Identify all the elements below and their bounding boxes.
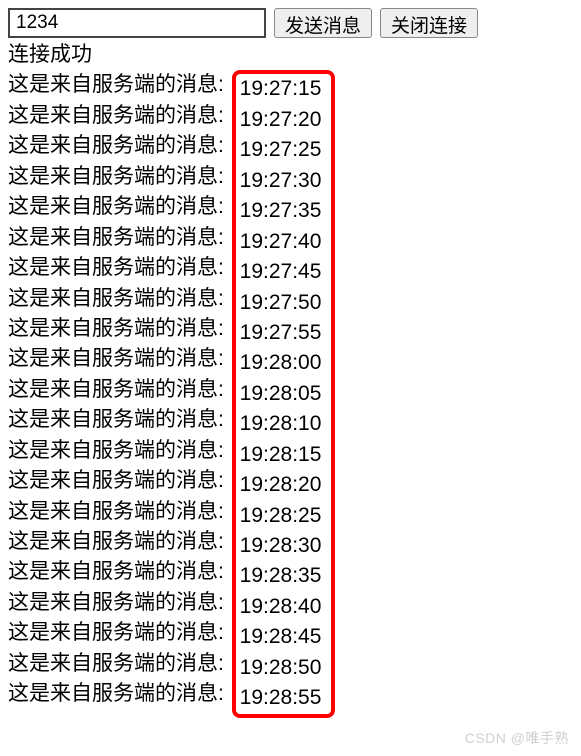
message-time: 19:28:55 bbox=[240, 683, 322, 713]
message-input[interactable] bbox=[8, 8, 266, 38]
message-time-column: 19:27:1519:27:2019:27:2519:27:3019:27:35… bbox=[240, 74, 322, 713]
message-time: 19:28:50 bbox=[240, 653, 322, 683]
message-time: 19:27:30 bbox=[240, 166, 322, 196]
message-prefix: 这是来自服务端的消息: bbox=[8, 436, 230, 466]
message-prefix: 这是来自服务端的消息: bbox=[8, 375, 230, 405]
toolbar: 发送消息 关闭连接 bbox=[8, 8, 573, 38]
message-time: 19:28:05 bbox=[240, 379, 322, 409]
message-prefix: 这是来自服务端的消息: bbox=[8, 466, 230, 496]
message-prefix: 这是来自服务端的消息: bbox=[8, 405, 230, 435]
message-time: 19:28:40 bbox=[240, 592, 322, 622]
close-connection-button[interactable]: 关闭连接 bbox=[380, 8, 478, 38]
message-prefix: 这是来自服务端的消息: bbox=[8, 70, 230, 100]
message-time: 19:27:20 bbox=[240, 105, 322, 135]
message-time: 19:27:45 bbox=[240, 257, 322, 287]
message-time: 19:28:00 bbox=[240, 348, 322, 378]
message-time: 19:28:25 bbox=[240, 501, 322, 531]
connection-status: 连接成功 bbox=[8, 40, 573, 70]
message-prefix: 这是来自服务端的消息: bbox=[8, 253, 230, 283]
message-list: 这是来自服务端的消息: 这是来自服务端的消息: 这是来自服务端的消息: 这是来自… bbox=[8, 70, 573, 717]
message-time: 19:27:25 bbox=[240, 135, 322, 165]
message-prefix: 这是来自服务端的消息: bbox=[8, 131, 230, 161]
message-prefix: 这是来自服务端的消息: bbox=[8, 618, 230, 648]
message-time: 19:28:15 bbox=[240, 440, 322, 470]
message-time: 19:28:30 bbox=[240, 531, 322, 561]
message-time: 19:27:35 bbox=[240, 196, 322, 226]
message-prefix: 这是来自服务端的消息: bbox=[8, 557, 230, 587]
log-area: 连接成功 这是来自服务端的消息: 这是来自服务端的消息: 这是来自服务端的消息:… bbox=[8, 40, 573, 718]
message-time: 19:27:50 bbox=[240, 288, 322, 318]
message-prefix: 这是来自服务端的消息: bbox=[8, 497, 230, 527]
message-prefix: 这是来自服务端的消息: bbox=[8, 162, 230, 192]
message-time: 19:28:45 bbox=[240, 622, 322, 652]
watermark: CSDN @唯手熟 bbox=[465, 728, 569, 748]
message-prefix: 这是来自服务端的消息: bbox=[8, 314, 230, 344]
message-prefix: 这是来自服务端的消息: bbox=[8, 649, 230, 679]
message-prefix: 这是来自服务端的消息: bbox=[8, 223, 230, 253]
message-prefix: 这是来自服务端的消息: bbox=[8, 101, 230, 131]
message-time: 19:27:55 bbox=[240, 318, 322, 348]
message-time: 19:27:40 bbox=[240, 227, 322, 257]
time-highlight-box: 19:27:1519:27:2019:27:2519:27:3019:27:35… bbox=[232, 70, 336, 717]
message-time: 19:28:20 bbox=[240, 470, 322, 500]
message-prefix: 这是来自服务端的消息: bbox=[8, 284, 230, 314]
message-prefix: 这是来自服务端的消息: bbox=[8, 679, 230, 709]
send-message-button[interactable]: 发送消息 bbox=[274, 8, 372, 38]
message-prefix: 这是来自服务端的消息: bbox=[8, 344, 230, 374]
message-time: 19:28:35 bbox=[240, 561, 322, 591]
message-time: 19:28:10 bbox=[240, 409, 322, 439]
message-prefix: 这是来自服务端的消息: bbox=[8, 192, 230, 222]
message-prefix: 这是来自服务端的消息: bbox=[8, 527, 230, 557]
message-time: 19:27:15 bbox=[240, 74, 322, 104]
message-prefix: 这是来自服务端的消息: bbox=[8, 588, 230, 618]
message-prefix-column: 这是来自服务端的消息: 这是来自服务端的消息: 这是来自服务端的消息: 这是来自… bbox=[8, 70, 230, 709]
